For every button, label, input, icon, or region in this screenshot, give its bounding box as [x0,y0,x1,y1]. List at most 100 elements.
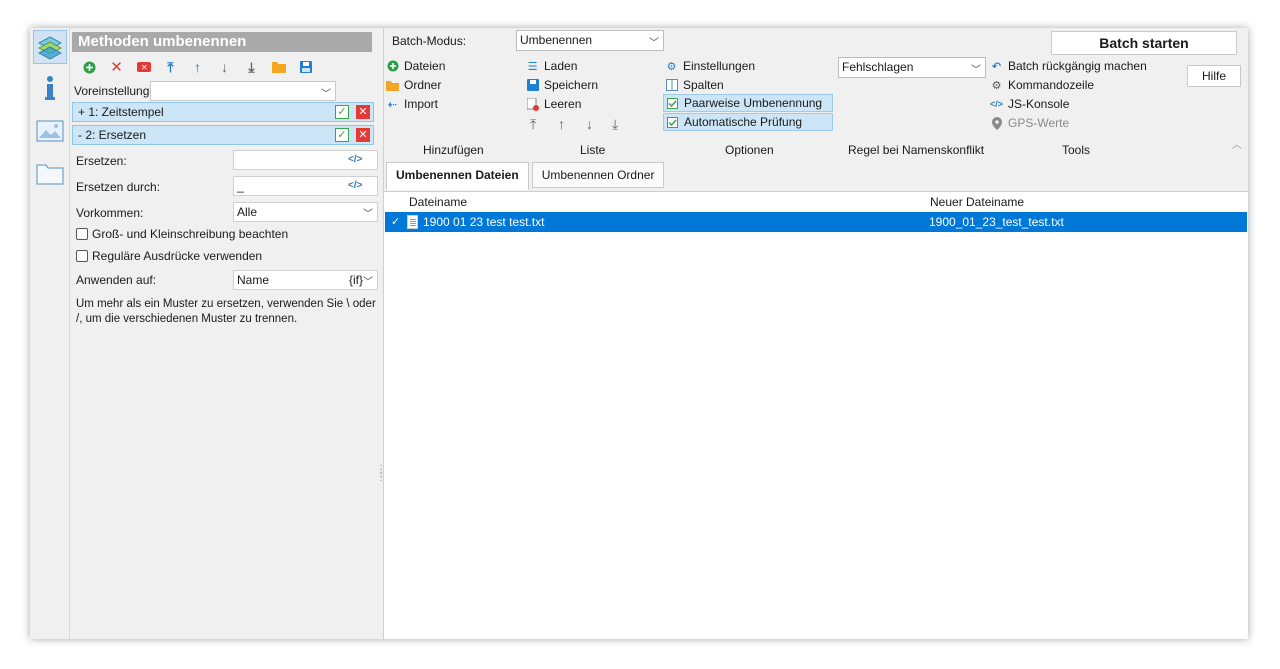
load-label: Laden [544,59,578,73]
command-line-button[interactable]: ⚙ Kommandozeile [990,76,1094,94]
plus-circle-icon [386,60,399,73]
gps-label: GPS-Werte [1008,116,1070,130]
methods-title: Methoden umbenennen [72,32,372,52]
rule-item-2[interactable]: - 2: Ersetzen ✓ ✕ [72,125,374,145]
auto-check-toggle[interactable]: Automatische Prüfung [663,113,833,131]
clear-list-button[interactable]: Leeren [526,95,581,113]
methods-panel: Methoden umbenennen ✕ ✕ ⤒ ↑ ↓ ⤓ Voreinst… [70,28,384,639]
rule-delete-icon[interactable]: ✕ [356,128,370,142]
move-up-icon[interactable]: ↑ [558,116,565,132]
chevron-down-icon: ﹀ [363,277,373,288]
image-icon[interactable] [33,114,67,148]
conflict-rule-select[interactable]: Fehlschlagen ﹀ [838,57,986,78]
move-down-icon[interactable]: ↓ [586,116,593,132]
map-pin-icon [990,116,1003,130]
chevron-down-icon: ﹀ [971,65,981,76]
columns-button[interactable]: Spalten [665,76,724,94]
file-list[interactable]: Dateiname Neuer Dateiname ✓ 1900 01 23 t… [384,191,1248,639]
import-label: Import [404,97,439,111]
start-batch-button[interactable]: Batch starten [1051,31,1237,55]
command-line-label: Kommandozeile [1008,78,1095,92]
case-label: Groß- und Kleinschreibung beachten [92,227,289,241]
columns-label: Spalten [683,78,724,92]
batch-mode-label: Batch-Modus: [392,34,467,48]
import-arrow-icon: ⇠ [387,98,398,111]
preset-label: Voreinstellunge [74,84,157,98]
help-note: Um mehr als ein Muster zu ersetzen, verw… [76,298,376,325]
move-up-icon[interactable]: ↑ [184,58,211,76]
code-icon[interactable]: </> [348,154,362,165]
replace-with-label: Ersetzen durch: [76,180,161,194]
regex-checkbox[interactable]: Reguläre Ausdrücke verwenden [76,249,262,263]
move-down-icon[interactable]: ↓ [211,58,238,76]
checkbox-checked-icon [666,97,679,110]
column-header-new-filename[interactable]: Neuer Dateiname [930,192,1024,212]
rule-delete-icon[interactable]: ✕ [356,105,370,119]
info-icon[interactable] [33,72,67,106]
clear-label: Leeren [544,97,582,111]
add-folders-button[interactable]: Ordner [386,76,441,94]
settings-button[interactable]: ⚙ Einstellungen [665,57,756,75]
gear-icon: ⚙ [991,79,1002,92]
remove-all-icon[interactable]: ✕ [130,58,157,76]
move-bottom-icon[interactable]: ⤓ [612,116,618,133]
pairwise-toggle[interactable]: Paarweise Umbenennung [663,94,833,112]
methods-toolbar: ✕ ✕ ⤒ ↑ ↓ ⤓ [76,58,319,76]
rule-enabled-checkbox[interactable]: ✓ [335,128,349,142]
move-top-icon[interactable]: ⤒ [157,58,184,76]
save-label: Speichern [544,78,599,92]
checkbox-box[interactable] [76,228,88,240]
rule-enabled-checkbox[interactable]: ✓ [335,105,349,119]
collapse-ribbon-icon[interactable]: ︿ [1232,136,1242,151]
regex-label: Reguläre Ausdrücke verwenden [92,249,263,263]
preset-select[interactable]: ﹀ [150,81,336,101]
row-checkbox[interactable]: ✓ [391,212,400,232]
code-icon[interactable]: </> [348,180,362,191]
column-header-filename[interactable]: Dateiname [409,192,467,212]
rule-item-1[interactable]: + 1: Zeitstempel ✓ ✕ [72,102,374,122]
add-folders-label: Ordner [404,78,442,92]
pairwise-label: Paarweise Umbenennung [684,96,823,110]
row-filename: 1900 01 23 test test.txt [423,215,545,229]
row-new-filename: 1900_01_23_test_test.txt [929,215,1064,229]
tab-rename-files[interactable]: Umbenennen Dateien [386,162,529,190]
import-button[interactable]: ⇠ Import [386,95,438,113]
undo-icon: ↶ [991,60,1002,73]
move-bottom-icon[interactable]: ⤓ [238,58,265,76]
table-row[interactable]: ✓ 1900 01 23 test test.txt 1900_01_23_te… [385,212,1247,232]
save-list-button[interactable]: Speichern [526,76,598,94]
chevron-down-icon: ﹀ [649,38,659,49]
load-list-button[interactable]: ☰ Laden [526,57,578,75]
open-folder-icon[interactable] [265,58,292,76]
list-icon: ☰ [527,60,538,73]
help-button[interactable]: Hilfe [1187,65,1241,87]
undo-batch-button[interactable]: ↶ Batch rückgängig machen [990,57,1147,75]
if-button[interactable]: {if} [349,273,363,287]
tab-bar: Umbenennen Dateien Umbenennen Ordner [386,162,665,190]
batch-mode-select[interactable]: Umbenennen ﹀ [516,30,664,51]
add-icon[interactable] [76,58,103,76]
gps-values-button[interactable]: GPS-Werte [990,114,1069,132]
remove-icon[interactable]: ✕ [103,58,130,76]
group-title-tools: Tools [1062,143,1091,157]
splitter-grip-icon[interactable]: ⋮ ⋮ ⋮ [376,465,386,496]
tab-rename-folders[interactable]: Umbenennen Ordner [531,162,665,188]
save-icon[interactable] [292,58,319,76]
text-file-icon [407,215,418,229]
folder-icon[interactable] [33,156,67,190]
group-title-list: Liste [580,143,606,157]
checkbox-checked-icon [666,116,679,129]
checkbox-box[interactable] [76,250,88,262]
main-panel: Batch-Modus: Umbenennen ﹀ Batch starten … [384,28,1248,639]
save-icon [526,79,539,92]
js-console-button[interactable]: </> JS-Konsole [990,95,1069,113]
layers-icon[interactable] [33,30,67,64]
conflict-rule-value: Fehlschlagen [842,60,914,74]
move-top-icon[interactable]: ⤒ [530,116,536,133]
replace-label: Ersetzen: [76,154,127,168]
case-checkbox[interactable]: Groß- und Kleinschreibung beachten [76,227,288,241]
occurrence-label: Vorkommen: [76,206,144,220]
settings-icon: ⚙ [666,60,677,73]
add-files-button[interactable]: Dateien [386,57,445,75]
occurrence-select[interactable]: Alle ﹀ [233,202,378,222]
